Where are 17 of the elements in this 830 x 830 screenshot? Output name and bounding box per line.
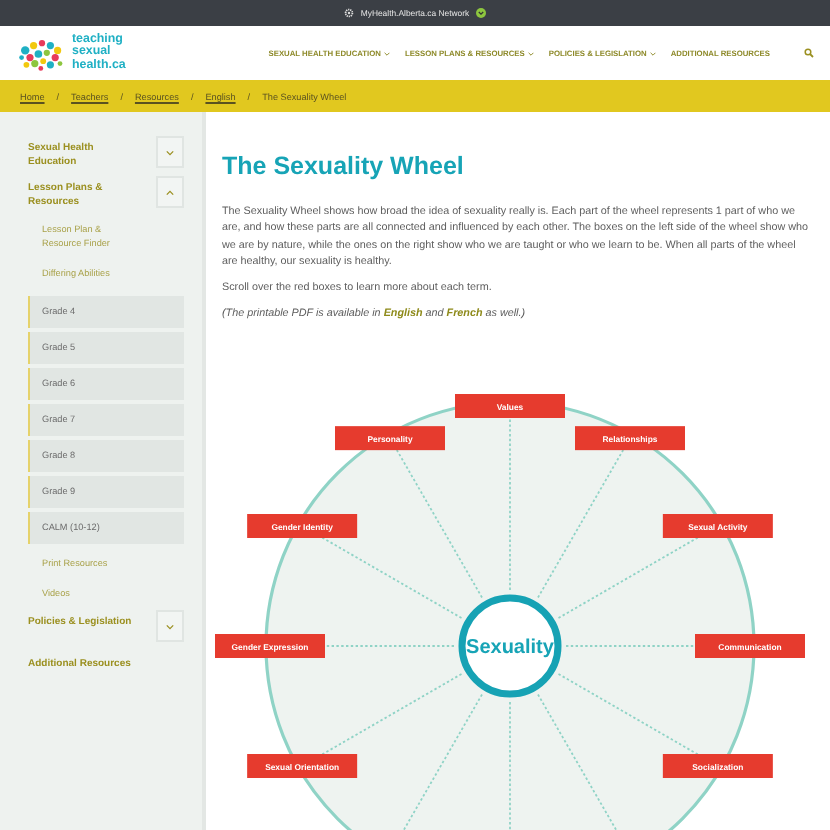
spoke-line	[509, 700, 511, 830]
caret-icon	[528, 51, 535, 55]
chevron-down-icon	[166, 623, 174, 629]
expand-toggle[interactable]	[156, 136, 184, 168]
chevron-circle-icon[interactable]	[475, 8, 486, 18]
chevron-down-icon	[166, 149, 174, 155]
chevron-up-icon	[166, 189, 174, 195]
caret-icon	[650, 51, 657, 55]
center-label: Sexuality	[466, 636, 554, 659]
center-circle	[458, 594, 562, 698]
page-title: The Sexuality Wheel	[222, 152, 466, 180]
expand-toggle[interactable]	[156, 176, 184, 208]
caret-icon	[384, 51, 391, 55]
logo-icon[interactable]	[18, 35, 66, 71]
search-icon[interactable]	[804, 48, 814, 58]
gear-icon	[344, 8, 355, 18]
expand-toggle[interactable]	[156, 610, 184, 642]
